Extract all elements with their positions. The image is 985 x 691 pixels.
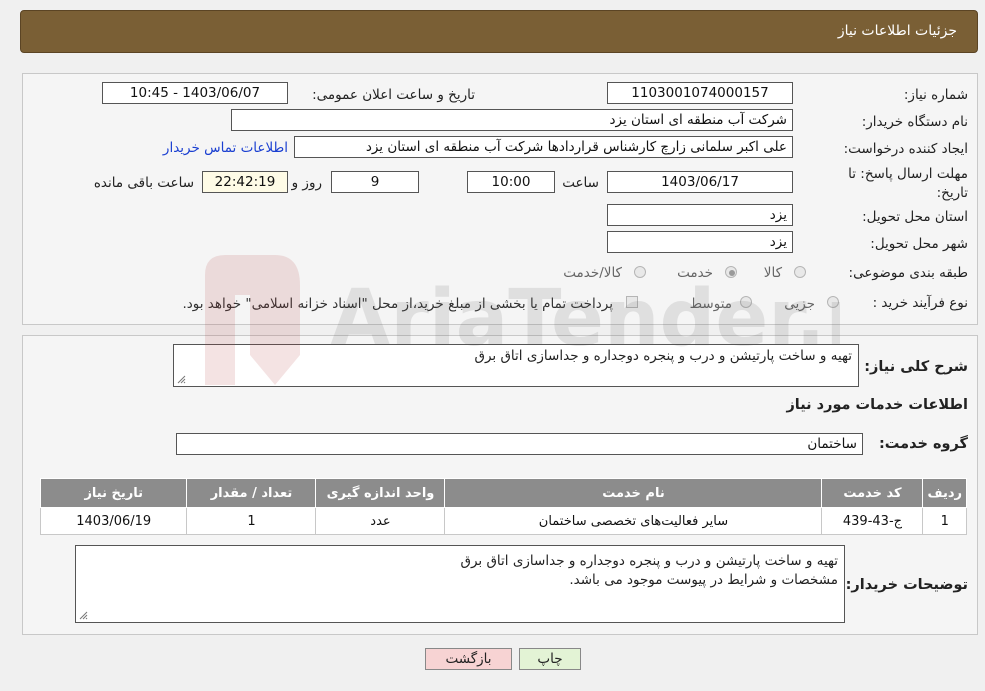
print-button[interactable]: چاپ — [519, 648, 581, 670]
services-table-wrap: ردیف کد خدمت نام خدمت واحد اندازه گیری ت… — [39, 478, 967, 535]
col-header-service-code: کد خدمت — [821, 478, 924, 508]
buyer-notes-line2: مشخصات و شرایط در پیوست موجود می باشد. — [569, 572, 838, 588]
creator-field: علی اکبر سلمانی زارچ کارشناس قراردادها ش… — [294, 136, 793, 158]
process-partial-label: جزیی — [784, 296, 815, 312]
creator-label: ایجاد کننده درخواست: — [843, 141, 968, 157]
summary-label: شرح کلی نیاز: — [864, 359, 968, 375]
summary-text: تهیه و ساخت پارتیشن و درب و پنجره دوجدار… — [474, 348, 852, 364]
city-field: یزد — [607, 231, 793, 253]
category-goods-label: کالا — [763, 265, 782, 281]
col-header-row-number: ردیف — [922, 478, 967, 508]
table-header-row: ردیف کد خدمت نام خدمت واحد اندازه گیری ت… — [39, 478, 967, 508]
cell-service-code: ج-43-439 — [821, 507, 924, 535]
days-label: روز و — [291, 175, 322, 191]
deadline-date-field: 1403/06/17 — [607, 171, 793, 193]
announce-date-label: تاریخ و ساعت اعلان عمومی: — [312, 87, 475, 103]
cell-service-name: سایر فعالیت‌های تخصصی ساختمان — [444, 507, 823, 535]
process-partial-radio[interactable] — [827, 296, 839, 308]
category-goods-service-label: کالا/خدمت — [563, 265, 622, 281]
cell-unit: عدد — [315, 507, 446, 535]
need-number-label: شماره نیاز: — [903, 87, 968, 103]
service-group-label: گروه خدمت: — [878, 436, 968, 452]
days-remaining-field: 9 — [331, 171, 419, 193]
col-header-quantity: تعداد / مقدار — [186, 478, 317, 508]
process-label: نوع فرآیند خرید : — [872, 295, 968, 311]
page-header: جزئیات اطلاعات نیاز — [20, 10, 978, 53]
deadline-label-line2: تاریخ: — [936, 185, 968, 201]
resize-grip-icon[interactable] — [177, 375, 186, 384]
category-goods-radio[interactable] — [794, 266, 806, 278]
need-number-field: 1103001074000157 — [607, 82, 793, 104]
deadline-label-line1: مهلت ارسال پاسخ: تا — [848, 166, 968, 182]
buyer-notes-label: توضیحات خریدار: — [845, 577, 968, 593]
services-table: ردیف کد خدمت نام خدمت واحد اندازه گیری ت… — [39, 478, 967, 535]
buyer-org-label: نام دستگاه خریدار: — [861, 114, 968, 130]
deadline-time-label: ساعت — [562, 175, 599, 191]
col-header-need-date: تاریخ نیاز — [39, 478, 188, 508]
category-label: طبقه بندی موضوعی: — [848, 265, 968, 281]
process-medium-radio[interactable] — [740, 296, 752, 308]
process-medium-label: متوسط — [689, 296, 732, 312]
province-label: استان محل تحویل: — [862, 209, 968, 225]
back-button[interactable]: بازگشت — [425, 648, 512, 670]
cell-need-date: 1403/06/19 — [39, 507, 188, 535]
page-title: جزئیات اطلاعات نیاز — [837, 23, 957, 39]
category-service-label: خدمت — [677, 265, 713, 281]
buyer-org-field: شرکت آب منطقه ای استان یزد — [231, 109, 793, 131]
col-header-unit: واحد اندازه گیری — [315, 478, 446, 508]
buyer-contact-link[interactable]: اطلاعات تماس خریدار — [163, 140, 288, 156]
col-header-service-name: نام خدمت — [444, 478, 823, 508]
province-field: یزد — [607, 204, 793, 226]
buyer-notes-line1: تهیه و ساخت پارتیشن و درب و پنجره دوجدار… — [460, 553, 838, 569]
cell-quantity: 1 — [186, 507, 317, 535]
treasury-payment-checkbox[interactable] — [626, 296, 638, 308]
deadline-label: مهلت ارسال پاسخ: تا تاریخ: — [848, 165, 968, 203]
cell-row-number: 1 — [922, 507, 967, 535]
category-goods-service-radio[interactable] — [634, 266, 646, 278]
service-group-field: ساختمان — [176, 433, 863, 455]
resize-grip-icon[interactable] — [79, 611, 88, 620]
deadline-time-field: 10:00 — [467, 171, 555, 193]
remaining-time-field: 22:42:19 — [202, 171, 288, 193]
remaining-time-label: ساعت باقی مانده — [93, 175, 194, 191]
services-section-title: اطلاعات خدمات مورد نیاز — [786, 397, 968, 413]
treasury-payment-note: پرداخت تمام یا بخشی از مبلغ خرید،از محل … — [182, 296, 613, 312]
table-row: 1 ج-43-439 سایر فعالیت‌های تخصصی ساختمان… — [39, 507, 967, 535]
category-service-radio[interactable] — [725, 266, 737, 278]
buyer-notes-textarea: تهیه و ساخت پارتیشن و درب و پنجره دوجدار… — [75, 545, 845, 623]
summary-textarea: تهیه و ساخت پارتیشن و درب و پنجره دوجدار… — [173, 344, 859, 387]
announce-date-field: 1403/06/07 - 10:45 — [102, 82, 288, 104]
city-label: شهر محل تحویل: — [870, 236, 968, 252]
